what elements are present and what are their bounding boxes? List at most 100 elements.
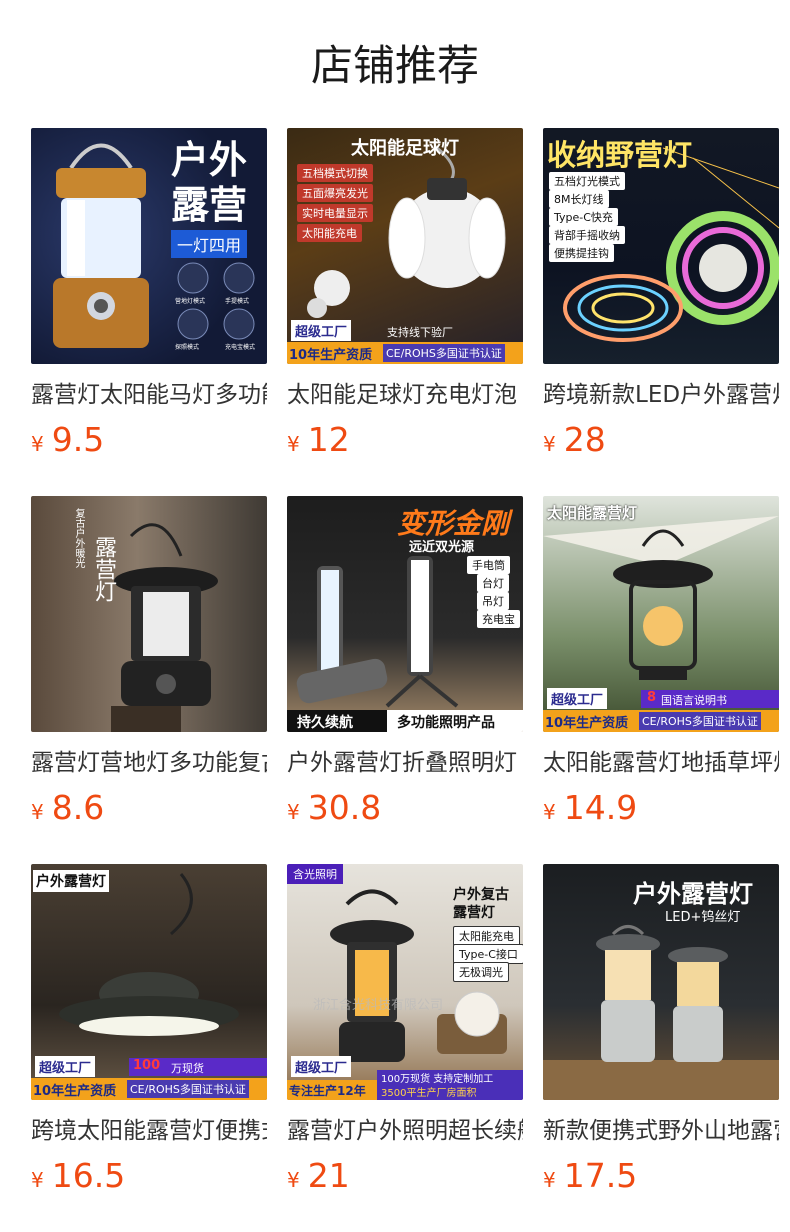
image-subhead: 远近双光源: [409, 540, 475, 555]
product-price: ¥ 16.5: [31, 1158, 267, 1194]
product-price: ¥ 17.5: [543, 1158, 779, 1194]
feature-pill: 太阳能充电: [453, 926, 520, 946]
product-card[interactable]: 户外露营灯 超级工厂 100 万现货 10年生产资质 CE/ROHS多国证书认证…: [31, 864, 267, 1194]
product-image[interactable]: 户外 露营 一灯四用 营地灯模式 手提模式 探照模式 充电宝模式: [31, 128, 267, 364]
lang-text: 国语言说明书: [661, 694, 727, 707]
watermark: 浙江含光科技有限公司: [313, 998, 444, 1013]
stock-text: 万现货: [171, 1062, 204, 1075]
currency-symbol: ¥: [31, 800, 44, 824]
feature-pill: 充电宝: [477, 610, 520, 628]
mode-label: 营地灯模式: [175, 298, 206, 305]
product-price: ¥ 12: [287, 422, 523, 458]
image-headline: 露营: [171, 183, 248, 227]
image-banner: 一灯四用: [171, 230, 248, 258]
brand-corner: 含光照明: [287, 864, 343, 884]
price-value: 9.5: [51, 420, 105, 459]
image-headline: 太阳能露营灯: [547, 504, 638, 522]
feature-pill: Type-C快充: [549, 208, 618, 226]
currency-symbol: ¥: [287, 1168, 300, 1192]
product-card[interactable]: 太阳能足球灯 五档模式切换 五面爆亮发光 实时电量显示 太阳能充电 超级工厂 支…: [287, 128, 523, 458]
mode-label: 探照模式: [175, 344, 200, 351]
product-card[interactable]: 含光照明 户外复古 露营灯 太阳能充电 Type-C接口 无极调光 浙江含光科技…: [287, 864, 523, 1194]
factory-badge: 超级工厂: [35, 1056, 96, 1077]
product-image[interactable]: 户外露营灯 超级工厂 100 万现货 10年生产资质 CE/ROHS多国证书认证: [31, 864, 267, 1100]
product-price: ¥ 21: [287, 1158, 523, 1194]
price-value: 21: [307, 1156, 350, 1195]
product-image[interactable]: 含光照明 户外复古 露营灯 太阳能充电 Type-C接口 无极调光 浙江含光科技…: [287, 864, 523, 1100]
image-headline: 户外复古: [453, 887, 509, 903]
product-card[interactable]: 户外 露营 一灯四用 营地灯模式 手提模式 探照模式 充电宝模式 露营灯太阳能马…: [31, 128, 267, 458]
feature-pill: Type-C接口: [453, 944, 523, 964]
feature-pill: 背部手摇收纳: [549, 226, 625, 244]
image-headline: 露营灯: [453, 905, 495, 921]
image-headline: 户外露营灯: [33, 870, 109, 892]
product-price: ¥ 28: [543, 422, 779, 458]
product-image[interactable]: 变形金刚 远近双光源 手电筒 台灯 吊灯 充电宝 持久续航 多功能照明产品: [287, 496, 523, 732]
currency-symbol: ¥: [543, 1168, 556, 1192]
product-price: ¥ 9.5: [31, 422, 267, 458]
mode-label: 充电宝模式: [225, 344, 256, 351]
feature-pill: 五档模式切换: [297, 164, 373, 182]
feature-pill: 五档灯光模式: [549, 172, 625, 190]
product-card[interactable]: 收纳野营灯 五档灯光模式 8M长灯线 Type-C快充 背部手摇收纳 便携提挂钩…: [543, 128, 779, 458]
product-image[interactable]: 太阳能露营灯 超级工厂 8 国语言说明书 10年生产资质 CE/ROHS多国证书…: [543, 496, 779, 732]
currency-symbol: ¥: [287, 432, 300, 456]
product-name[interactable]: 太阳能露营灯地插草坪灯: [543, 748, 779, 778]
feature-pill: 实时电量显示: [297, 204, 373, 222]
price-value: 16.5: [51, 1156, 126, 1195]
product-price: ¥ 14.9: [543, 790, 779, 826]
product-price: ¥ 30.8: [287, 790, 523, 826]
stock-number: 100: [133, 1058, 161, 1073]
mode-label: 手提模式: [225, 298, 250, 305]
image-headline: 收纳野营灯: [547, 138, 693, 172]
product-name[interactable]: 太阳能足球灯充电灯泡: [287, 380, 523, 410]
feature-pill: 8M长灯线: [549, 190, 609, 208]
currency-symbol: ¥: [31, 432, 44, 456]
product-image[interactable]: 收纳野营灯 五档灯光模式 8M长灯线 Type-C快充 背部手摇收纳 便携提挂钩: [543, 128, 779, 364]
cert-text: CE/ROHS多国证书认证: [639, 712, 761, 730]
feature-pill: 吊灯: [477, 592, 509, 610]
price-value: 12: [307, 420, 350, 459]
price-value: 17.5: [563, 1156, 638, 1195]
product-name[interactable]: 跨境太阳能露营灯便携式: [31, 1116, 267, 1146]
area-text: 3500平生产厂房面积: [381, 1088, 477, 1099]
mode-grid: 营地灯模式 手提模式 探照模式 充电宝模式: [173, 260, 263, 364]
years-text: 10年生产资质: [33, 1084, 117, 1099]
product-name[interactable]: 跨境新款LED户外露营灯: [543, 380, 779, 410]
product-name[interactable]: 露营灯户外照明超长续航: [287, 1116, 523, 1146]
image-headline: 户外: [171, 138, 248, 182]
stock-text: 100万现货 支持定制加工: [381, 1074, 494, 1085]
product-name[interactable]: 新款便携式野外山地露营: [543, 1116, 779, 1146]
shop-recommendation-page: 店铺推荐 户外 露营 一灯四用 营地灯模式 手提模式 探照模式 充电宝模式 露营…: [0, 0, 790, 1232]
product-price: ¥ 8.6: [31, 790, 267, 826]
product-name[interactable]: 户外露营灯折叠照明灯: [287, 748, 523, 778]
image-headline: 太阳能足球灯: [351, 138, 459, 159]
product-image[interactable]: 太阳能足球灯 五档模式切换 五面爆亮发光 实时电量显示 太阳能充电 超级工厂 支…: [287, 128, 523, 364]
product-card[interactable]: 太阳能露营灯 超级工厂 8 国语言说明书 10年生产资质 CE/ROHS多国证书…: [543, 496, 779, 826]
retro-lantern-illustration: [111, 523, 218, 732]
price-value: 30.8: [307, 788, 382, 827]
product-card[interactable]: 变形金刚 远近双光源 手电筒 台灯 吊灯 充电宝 持久续航 多功能照明产品 户外…: [287, 496, 523, 826]
image-subhead: LED+钨丝灯: [665, 910, 741, 925]
lang-number: 8: [647, 690, 657, 705]
image-headline: 露营灯: [91, 536, 116, 602]
product-name[interactable]: 露营灯太阳能马灯多功能: [31, 380, 267, 410]
years-text: 10年生产资质: [289, 348, 373, 363]
cert-text: CE/ROHS多国证书认证: [127, 1080, 249, 1098]
feature-pill: 台灯: [477, 574, 509, 592]
footer-right-text: 多功能照明产品: [397, 715, 495, 731]
product-image[interactable]: 复古户外暖光 露营灯: [31, 496, 267, 732]
years-text: 10年生产资质: [545, 716, 629, 731]
product-name[interactable]: 露营灯营地灯多功能复古: [31, 748, 267, 778]
currency-symbol: ¥: [31, 1168, 44, 1192]
badge-note: 支持线下验厂: [387, 326, 453, 339]
cert-text: CE/ROHS多国证书认证: [383, 344, 505, 362]
image-headline: 户外露营灯: [633, 880, 753, 908]
product-image[interactable]: 户外露营灯 LED+钨丝灯: [543, 864, 779, 1100]
price-value: 8.6: [51, 788, 105, 827]
product-card[interactable]: 户外露营灯 LED+钨丝灯 新款便携式野外山地露营 ¥ 17.5: [543, 864, 779, 1194]
feature-pill: 五面爆亮发光: [297, 184, 373, 202]
price-value: 14.9: [563, 788, 638, 827]
product-card[interactable]: 复古户外暖光 露营灯 露营灯营地灯多功能复古 ¥ 8.6: [31, 496, 267, 826]
price-value: 28: [563, 420, 606, 459]
